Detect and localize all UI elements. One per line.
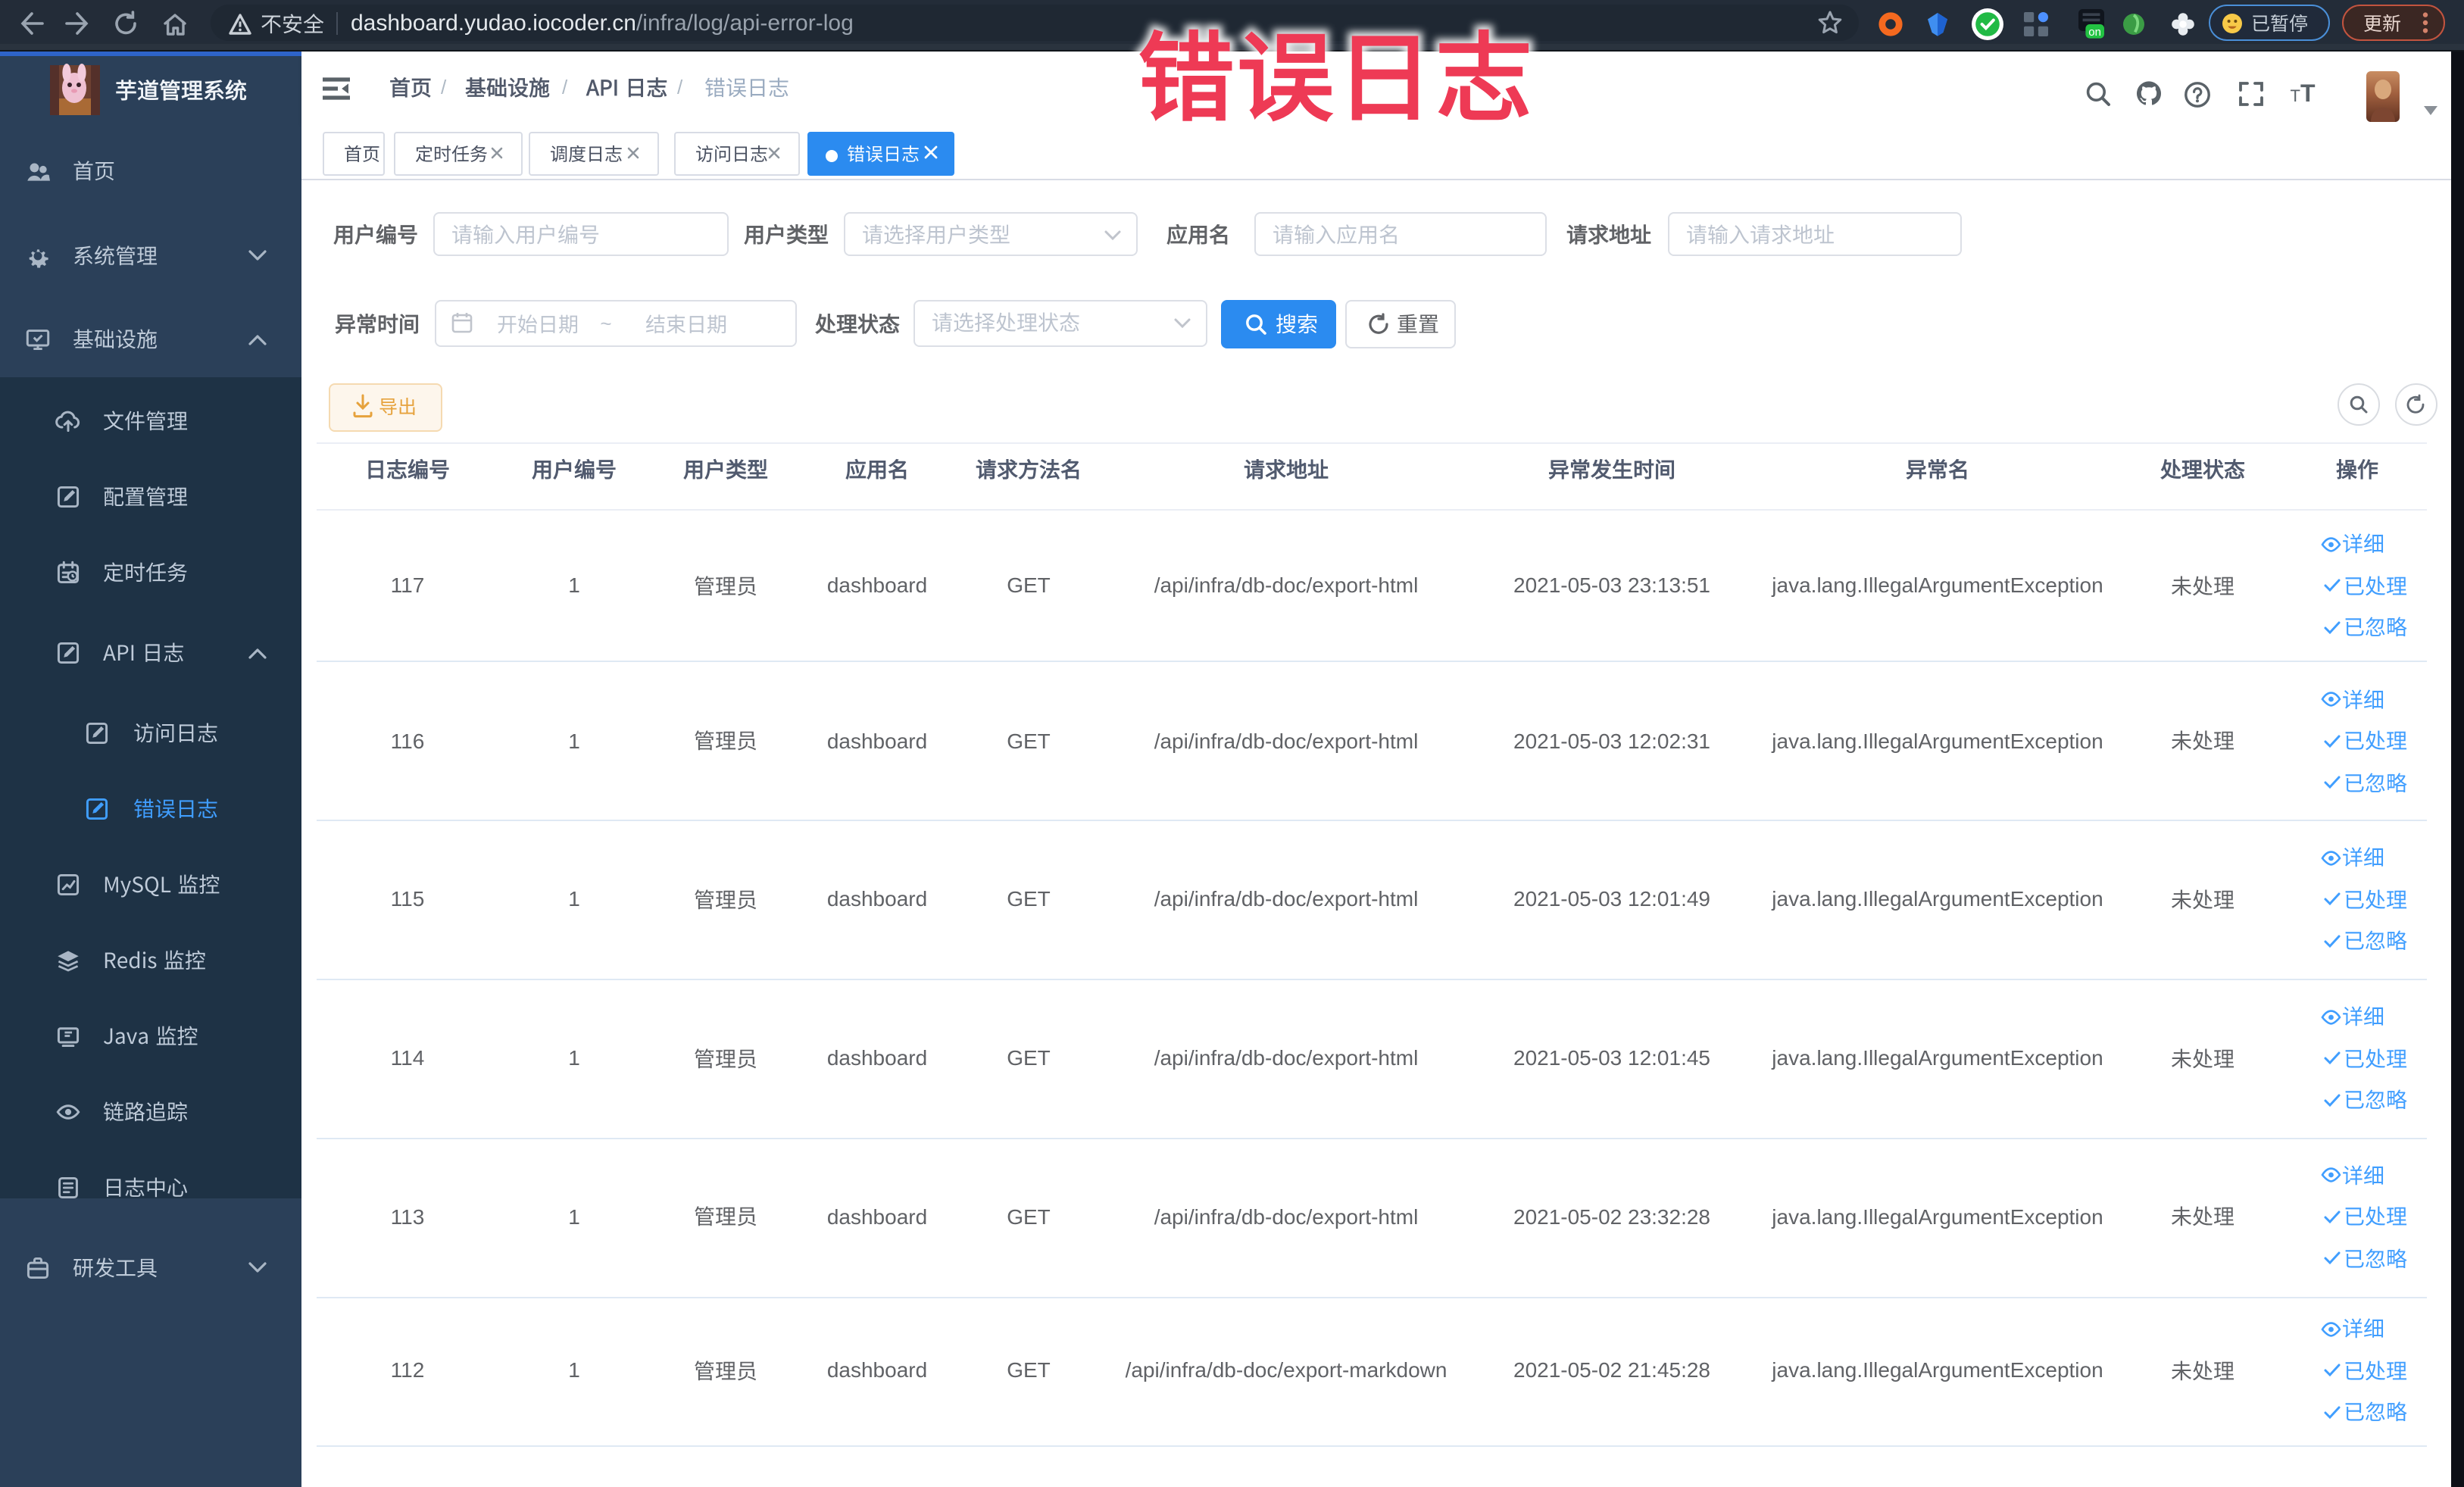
svg-text:on: on: [2088, 25, 2101, 38]
